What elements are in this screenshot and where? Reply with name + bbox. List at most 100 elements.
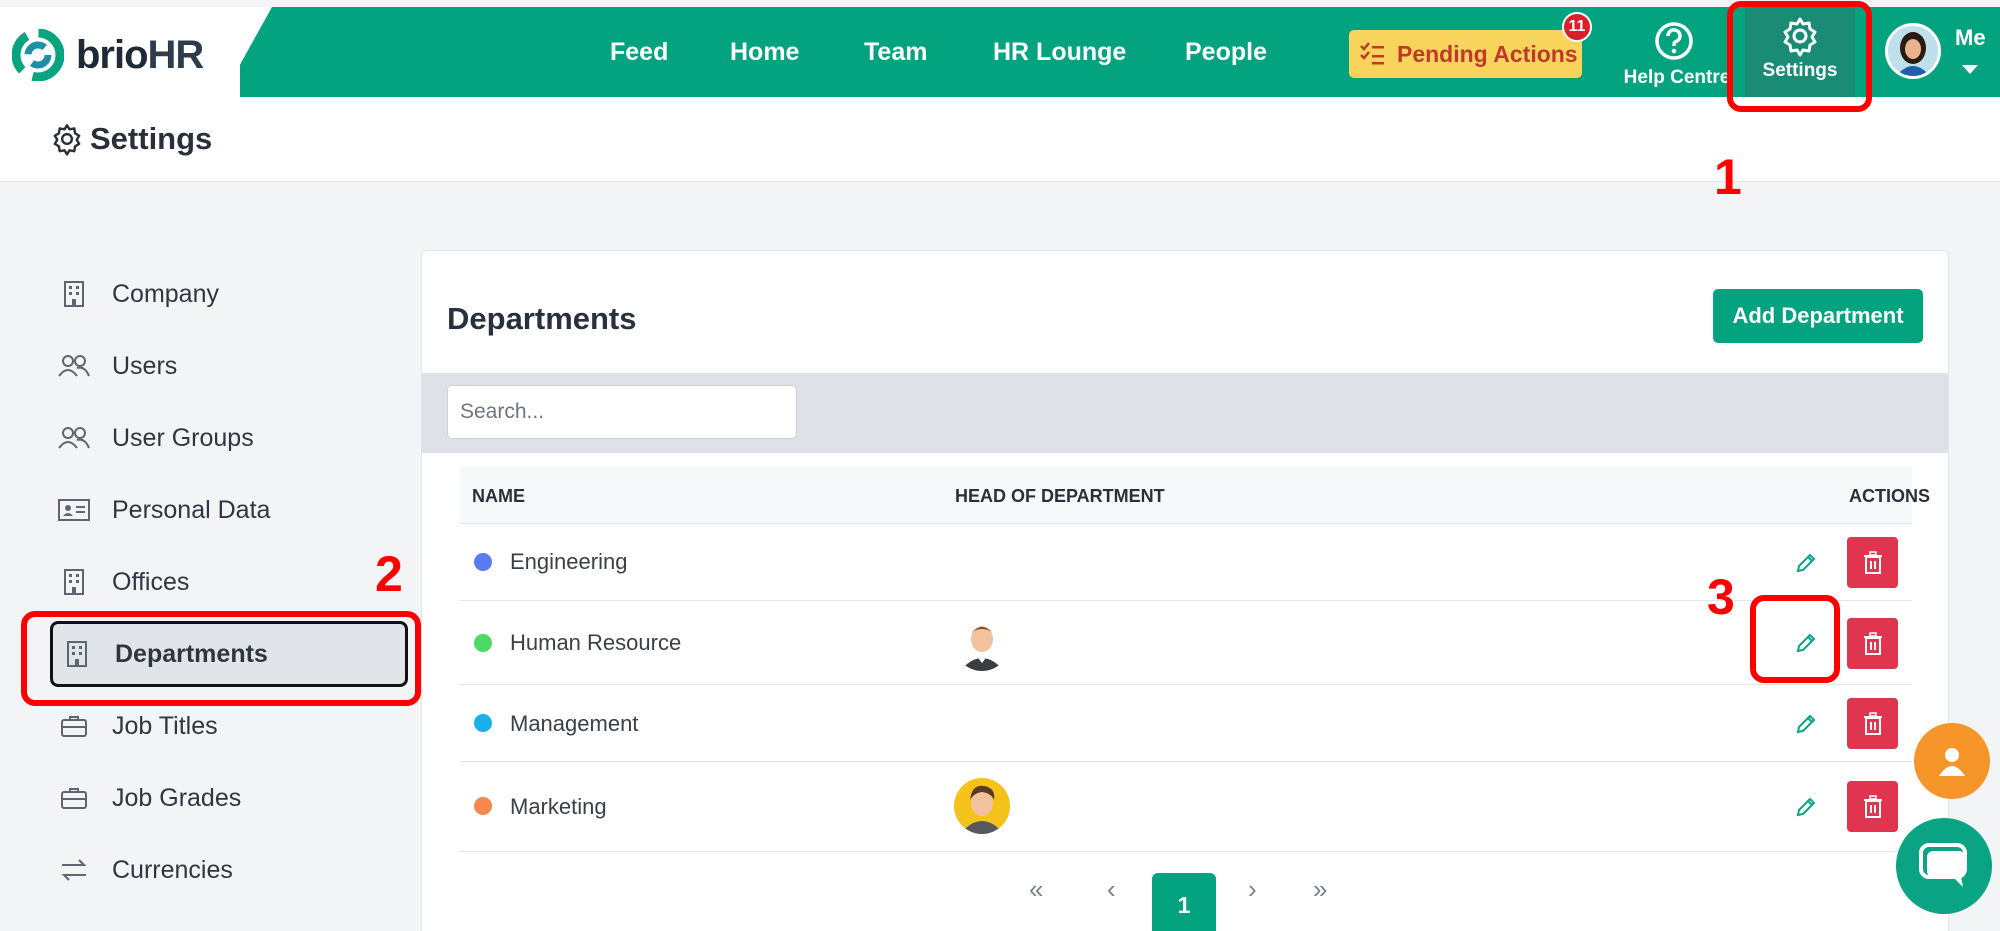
search-input[interactable]	[447, 385, 797, 439]
floating-user-button[interactable]	[1914, 723, 1990, 799]
annotation-number-2: 2	[375, 546, 403, 602]
logo-area[interactable]: brioHR	[0, 7, 240, 97]
sidebar-item-users[interactable]: Users	[50, 338, 410, 394]
department-name: Engineering	[510, 549, 628, 574]
pagination-page-1[interactable]: 1	[1152, 873, 1216, 931]
column-header-name: NAME	[472, 486, 525, 506]
head-of-department-avatar[interactable]	[954, 778, 1010, 834]
brio-logo-icon	[12, 29, 64, 81]
trash-icon	[1863, 711, 1882, 735]
help-question-icon	[1655, 22, 1693, 60]
pending-actions-label: Pending Actions	[1397, 40, 1578, 67]
sidebar-item-label: User Groups	[112, 423, 254, 452]
help-centre-button[interactable]: Help Centre	[1618, 15, 1730, 91]
sidebar-item-label: Users	[112, 351, 178, 380]
edit-department-button[interactable]	[1786, 704, 1826, 744]
edit-department-button[interactable]	[1786, 543, 1826, 583]
table-row: Human Resource	[460, 601, 1912, 685]
add-department-button[interactable]: Add Department	[1713, 289, 1923, 343]
sidebar-item-label: Company	[112, 279, 219, 308]
sidebar-item-label: Offices	[112, 567, 190, 596]
annotation-box-settings	[1727, 1, 1872, 112]
annotation-box-edit	[1750, 595, 1840, 683]
sidebar-item-job-grades[interactable]: Job Grades	[50, 770, 410, 826]
head-of-department-avatar[interactable]	[954, 615, 1010, 671]
chevron-down-icon[interactable]	[1962, 65, 1978, 74]
delete-department-button[interactable]	[1847, 537, 1898, 588]
sidebar-item-user-groups[interactable]: User Groups	[50, 410, 410, 466]
page-header: Settings	[0, 97, 2000, 182]
trash-icon	[1863, 550, 1882, 574]
sidebar-item-personal-data[interactable]: Personal Data	[50, 482, 410, 538]
department-name: Management	[510, 711, 639, 736]
sidebar-item-label: Personal Data	[112, 495, 271, 524]
pagination-prev-button[interactable]: ‹	[1107, 874, 1116, 905]
search-bar	[422, 373, 1948, 453]
column-header-actions: ACTIONS	[1849, 486, 1930, 506]
department-color-dot	[474, 797, 492, 815]
chat-bubble-icon	[1919, 843, 1967, 887]
user-menu-label[interactable]: Me	[1955, 25, 1986, 51]
pencil-icon	[1796, 714, 1816, 734]
pagination-next-button[interactable]: ›	[1248, 874, 1257, 905]
gear-icon	[53, 124, 81, 156]
checklist-icon	[1360, 42, 1384, 65]
user-portrait-icon	[1888, 26, 1938, 76]
building-icon	[50, 280, 98, 308]
sidebar-item-offices[interactable]: Offices	[50, 554, 410, 610]
users-icon	[50, 354, 98, 378]
user-icon	[1939, 748, 1965, 776]
brand-name: brioHR	[76, 33, 204, 77]
column-header-head: HEAD OF DEPARTMENT	[955, 486, 1165, 506]
edit-department-button[interactable]	[1786, 787, 1826, 827]
help-centre-label: Help Centre	[1623, 67, 1731, 88]
nav-item-people[interactable]: People	[1185, 7, 1267, 97]
pencil-icon	[1796, 553, 1816, 573]
top-navigation-bar: brioHR Feed Home Team HR Lounge People P…	[0, 7, 2000, 97]
nav-item-home[interactable]: Home	[730, 7, 799, 97]
sidebar-item-currencies[interactable]: Currencies	[50, 842, 410, 898]
sidebar-item-label: Job Titles	[112, 711, 218, 740]
department-name: Human Resource	[510, 630, 682, 655]
pencil-icon	[1796, 797, 1816, 817]
man-avatar-icon	[954, 615, 1010, 671]
logo-wedge	[222, 7, 272, 97]
pagination-last-button[interactable]: »	[1313, 874, 1327, 905]
nav-item-team[interactable]: Team	[864, 7, 927, 97]
department-color-dot	[474, 553, 492, 571]
department-name: Marketing	[510, 794, 607, 819]
annotation-number-1: 1	[1714, 149, 1742, 205]
department-color-dot	[474, 634, 492, 652]
building-icon	[50, 568, 98, 596]
nav-item-feed[interactable]: Feed	[610, 7, 668, 97]
pagination-first-button[interactable]: «	[1029, 874, 1043, 905]
pending-actions-button[interactable]: Pending Actions	[1349, 30, 1582, 78]
user-avatar[interactable]	[1885, 23, 1941, 79]
sidebar-item-company[interactable]: Company	[50, 266, 410, 322]
nav-item-hr-lounge[interactable]: HR Lounge	[993, 7, 1126, 97]
pending-count-badge: 11	[1562, 12, 1592, 42]
annotation-number-3: 3	[1707, 569, 1735, 625]
sidebar-item-label: Currencies	[112, 855, 233, 884]
department-color-dot	[474, 714, 492, 732]
table-header: NAME HEAD OF DEPARTMENT ACTIONS	[460, 466, 1930, 524]
table-row: Marketing	[460, 762, 1912, 852]
trash-icon	[1863, 631, 1882, 655]
briefcase-icon	[50, 714, 98, 738]
delete-department-button[interactable]	[1847, 781, 1898, 832]
sidebar-item-label: Job Grades	[112, 783, 242, 812]
departments-title: Departments	[447, 301, 637, 336]
id-card-icon	[50, 498, 98, 522]
sidebar-item-job-titles[interactable]: Job Titles	[50, 698, 410, 754]
table-row: Engineering	[460, 524, 1912, 601]
users-icon	[50, 426, 98, 450]
chat-button[interactable]	[1896, 818, 1992, 914]
page-title: Settings	[50, 121, 212, 157]
table-row: Management	[460, 685, 1912, 762]
trash-icon	[1863, 794, 1882, 818]
briefcase-icon	[50, 786, 98, 810]
delete-department-button[interactable]	[1847, 618, 1898, 669]
delete-department-button[interactable]	[1847, 698, 1898, 749]
man-avatar-icon	[954, 778, 1010, 834]
annotation-box-departments	[21, 611, 421, 706]
